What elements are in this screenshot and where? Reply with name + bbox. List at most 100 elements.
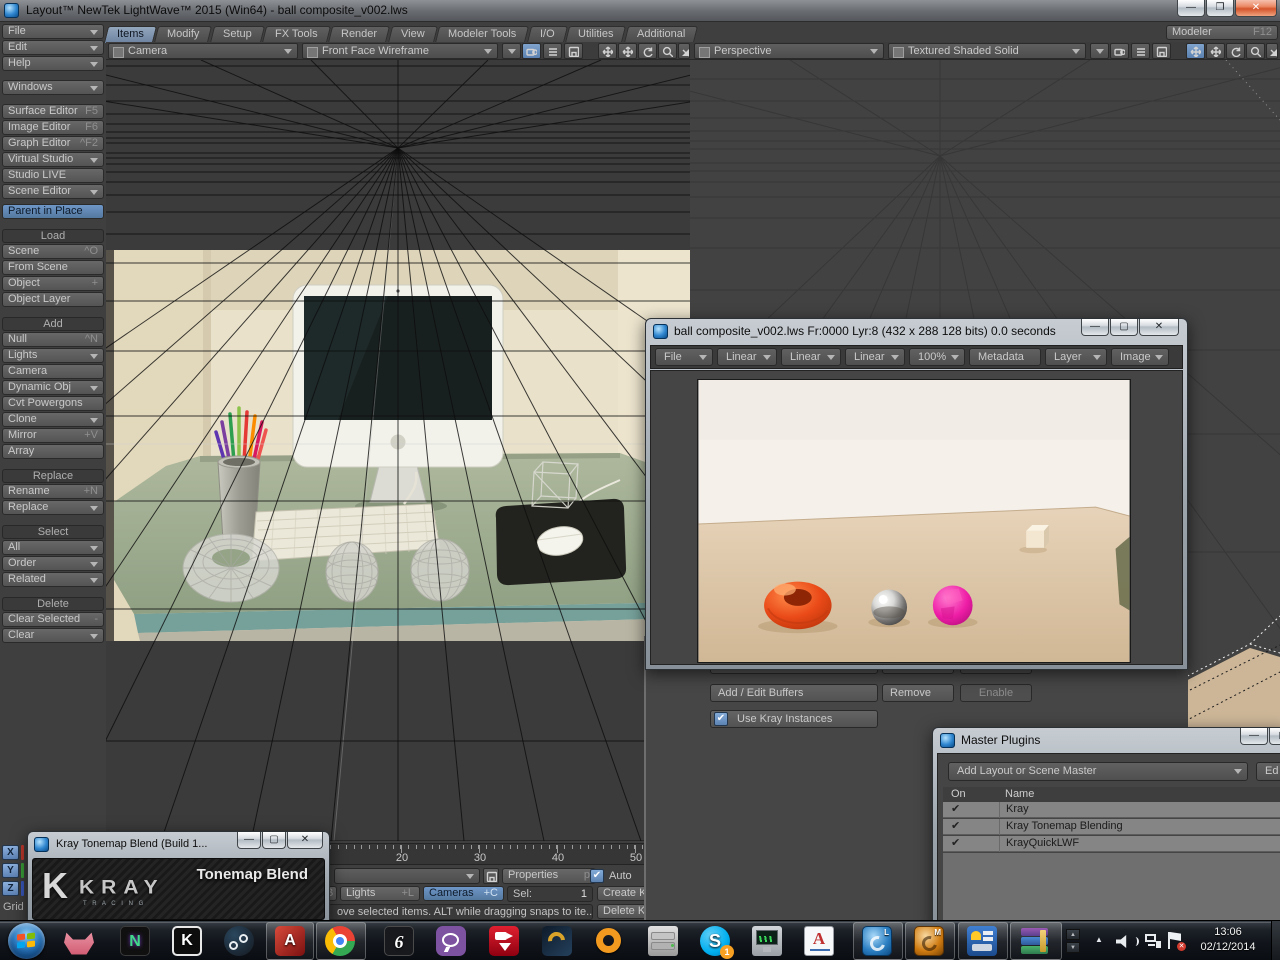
sidebar-item-object-layer[interactable]: Object Layer xyxy=(2,292,104,307)
tab-view[interactable]: View xyxy=(388,26,438,43)
render-zoom-dropdown[interactable]: 100% xyxy=(909,348,965,366)
taskbar-icon-wordpad[interactable]: A xyxy=(804,926,834,956)
right-maximize-viewport-icon[interactable] xyxy=(1266,43,1278,59)
taskbar-icon-fox[interactable] xyxy=(64,926,94,956)
tab-additional[interactable]: Additional xyxy=(624,26,699,43)
tray-scroll-up[interactable]: ▲ xyxy=(1066,929,1080,940)
properties-button[interactable]: Propertiesp xyxy=(502,868,596,884)
menu-file[interactable]: File xyxy=(2,24,104,39)
right-zoom-icon[interactable] xyxy=(1246,43,1265,59)
tab-modify[interactable]: Modify xyxy=(154,26,213,43)
sidebar-item-clear-selected[interactable]: Clear Selected- xyxy=(2,612,104,627)
render-menu-linear-2[interactable]: Linear xyxy=(781,348,841,366)
taskbar-icon-kray[interactable]: K xyxy=(172,926,202,956)
right-rotate-icon[interactable] xyxy=(1226,43,1245,59)
tonemap-close[interactable]: ✕ xyxy=(287,832,323,849)
render-menu-file[interactable]: File xyxy=(655,348,713,366)
cameras-button[interactable]: Cameras+C xyxy=(423,886,504,901)
left-view-type-dropdown[interactable]: Camera xyxy=(108,43,298,59)
taskbar-icon-steam[interactable] xyxy=(224,926,254,956)
master-plugins-maximize[interactable]: ▢ xyxy=(1269,728,1280,745)
tab-io[interactable]: I/O xyxy=(527,26,568,43)
tab-utilities[interactable]: Utilities xyxy=(565,26,627,43)
main-titlebar[interactable]: Layout™ NewTek LightWave™ 2015 (Win64) -… xyxy=(0,0,1280,22)
plugin-enabled-check[interactable] xyxy=(951,802,960,817)
render-menu-linear-3[interactable]: Linear xyxy=(845,348,905,366)
edit-master-button[interactable]: Ed xyxy=(1256,762,1280,781)
sidebar-item-graph-editor[interactable]: Graph Editor^F2 xyxy=(2,136,104,151)
sidebar-item-studio-live[interactable]: Studio LIVE xyxy=(2,168,104,183)
taskbar-icon-video-downloader[interactable] xyxy=(489,926,519,956)
sidebar-item-clear[interactable]: Clear xyxy=(2,628,104,643)
lights-button[interactable]: Lights+L xyxy=(340,886,420,901)
remove-buffer-button[interactable]: Remove xyxy=(882,684,954,702)
left-viewport-menu-arrow[interactable] xyxy=(502,43,521,59)
master-plugins-window[interactable]: Master Plugins — ▢ Add Layout or Scene M… xyxy=(932,727,1280,927)
taskbar-icon-drive[interactable] xyxy=(648,926,678,956)
right-camera-icon[interactable] xyxy=(1110,43,1129,59)
right-view-type-dropdown[interactable]: Perspective xyxy=(694,43,884,59)
taskbar-icon-autocad[interactable]: A xyxy=(275,926,305,956)
master-plugins-titlebar[interactable]: Master Plugins xyxy=(933,728,1280,753)
left-list-icon[interactable] xyxy=(543,43,562,59)
rendered-image[interactable] xyxy=(697,379,1131,663)
restore-button[interactable]: ❐ xyxy=(1206,0,1234,17)
taskbar-icon-lightwave-layout[interactable]: L xyxy=(862,926,892,956)
enable-buffer-button[interactable]: Enable xyxy=(960,684,1032,702)
sidebar-item-scene[interactable]: Scene^O xyxy=(2,244,104,259)
sidebar-item-image-editor[interactable]: Image EditorF6 xyxy=(2,120,104,135)
sidebar-item-parent-in-place[interactable]: Parent in Place xyxy=(2,204,104,219)
tab-render[interactable]: Render xyxy=(328,26,390,43)
left-camera-icon[interactable] xyxy=(522,43,541,59)
tab-setup[interactable]: Setup xyxy=(210,26,265,43)
sidebar-item-mirror[interactable]: Mirror+V xyxy=(2,428,104,443)
sidebar-item-replace[interactable]: Replace xyxy=(2,500,104,515)
menu-help[interactable]: Help xyxy=(2,56,104,71)
minimize-button[interactable]: — xyxy=(1177,0,1205,17)
axis-y-button[interactable]: Y xyxy=(2,863,19,878)
render-menu-linear-1[interactable]: Linear xyxy=(717,348,777,366)
sidebar-item-dynamic-obj[interactable]: Dynamic Obj xyxy=(2,380,104,395)
taskbar-icon-n-app[interactable]: N xyxy=(120,926,150,956)
axis-x-button[interactable]: X xyxy=(2,845,19,860)
tonemap-minimize[interactable]: — xyxy=(237,832,261,849)
sidebar-item-scene-editor[interactable]: Scene Editor xyxy=(2,184,104,199)
dopesheet-icon[interactable] xyxy=(483,868,499,884)
action-center-flag-icon[interactable]: ✕ xyxy=(1168,932,1184,950)
modeler-button[interactable]: ModelerF12 xyxy=(1166,25,1278,40)
render-minimize-button[interactable]: — xyxy=(1081,319,1109,336)
tab-fx-tools[interactable]: FX Tools xyxy=(262,26,331,43)
taskbar-icon-skype[interactable]: S 1 xyxy=(700,926,730,956)
use-kray-instances-checkbox[interactable] xyxy=(714,712,728,726)
axis-z-button[interactable]: Z xyxy=(2,881,19,896)
taskbar-icon-artlantis[interactable] xyxy=(542,926,572,956)
render-window[interactable]: ball composite_v002.lws Fr:0000 Lyr:8 (4… xyxy=(645,318,1188,670)
item-selection-dropdown[interactable] xyxy=(334,868,480,884)
sidebar-item-from-scene[interactable]: From Scene xyxy=(2,260,104,275)
sidebar-item-order[interactable]: Order xyxy=(2,556,104,571)
use-kray-instances-row[interactable]: Use Kray Instances xyxy=(710,710,878,728)
master-plugins-minimize[interactable]: — xyxy=(1240,728,1268,745)
taskbar-icon-viber[interactable] xyxy=(436,926,466,956)
left-save-icon[interactable] xyxy=(564,43,583,59)
sidebar-item-object[interactable]: Object+ xyxy=(2,276,104,291)
camera-viewport[interactable] xyxy=(106,60,690,841)
show-hidden-icons-button[interactable]: ▲ xyxy=(1092,935,1106,947)
plugin-enabled-check[interactable] xyxy=(951,836,960,851)
auto-key-checkbox[interactable] xyxy=(590,869,604,883)
left-maximize-viewport-icon[interactable] xyxy=(678,43,690,59)
sidebar-item-camera[interactable]: Camera xyxy=(2,364,104,379)
tonemap-window[interactable]: Kray Tonemap Blend (Build 1... — ▢ ✕ K K… xyxy=(27,831,330,931)
sidebar-item-rename[interactable]: Rename+N xyxy=(2,484,104,499)
sidebar-item-virtual-studio[interactable]: Virtual Studio xyxy=(2,152,104,167)
menu-edit[interactable]: Edit xyxy=(2,40,104,55)
left-render-mode-dropdown[interactable]: Front Face Wireframe xyxy=(302,43,498,59)
plugin-row-krayquicklwf[interactable]: KrayQuickLWF xyxy=(943,836,1280,852)
sidebar-item-null[interactable]: Null^N xyxy=(2,332,104,347)
right-save-icon[interactable] xyxy=(1152,43,1171,59)
left-rotate-icon[interactable] xyxy=(638,43,657,59)
sidebar-item-surface-editor[interactable]: Surface EditorF5 xyxy=(2,104,104,119)
close-button[interactable]: ✕ xyxy=(1235,0,1277,17)
taskbar-icon-orange-ring[interactable] xyxy=(594,926,624,956)
network-icon[interactable] xyxy=(1145,934,1161,948)
